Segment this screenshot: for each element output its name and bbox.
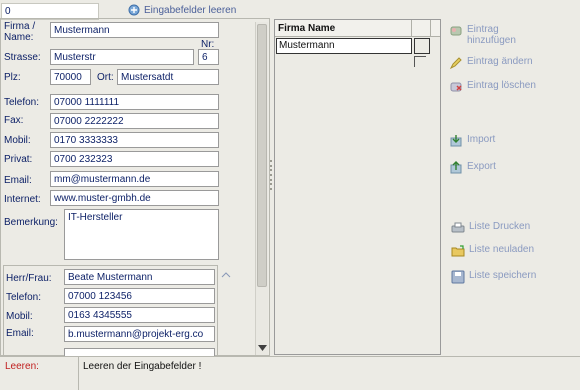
export-button[interactable]: Export [449, 161, 496, 175]
save-list-button[interactable]: Liste speichern [451, 270, 536, 284]
column-header-firma-name[interactable]: Firma Name [278, 23, 335, 34]
reload-list-button[interactable]: Liste neuladen [451, 244, 534, 258]
phone-field[interactable]: 07000 1111111 [50, 94, 219, 110]
delete-entry-label: Eintrag löschen [467, 80, 536, 91]
status-message: Leeren der Eingabefelder ! [83, 361, 202, 372]
phone-label: Telefon: [4, 97, 40, 108]
list-row-checkbox[interactable] [414, 38, 430, 54]
remark-textarea[interactable]: IT-Hersteller [64, 209, 219, 260]
contact-next-field[interactable] [64, 348, 215, 356]
email-field[interactable]: mm@mustermann.de [50, 171, 219, 187]
list-row-name: Mustermann [279, 40, 335, 51]
contact-mobile-field[interactable]: 0163 4345555 [64, 307, 215, 323]
street-field[interactable]: Musterstr [50, 49, 194, 65]
contact-phone-field[interactable]: 07000 123456 [64, 288, 215, 304]
form-scrollbar[interactable] [255, 22, 268, 355]
contact-email-label: Email: [6, 328, 34, 339]
save-icon [451, 270, 465, 284]
add-entry-icon [450, 26, 462, 36]
print-list-button[interactable]: Liste Drucken [451, 221, 530, 235]
edit-entry-button[interactable]: Eintrag ändern [449, 56, 533, 70]
delete-entry-button[interactable]: Eintrag löschen [449, 80, 536, 94]
fax-label: Fax: [4, 115, 24, 126]
import-button[interactable]: Import [449, 134, 495, 148]
add-entry-label: Eintrag hinzufügen [467, 24, 516, 46]
number-field[interactable]: 6 [198, 49, 219, 65]
form-scrollbar-thumb[interactable] [257, 24, 267, 287]
zip-label: Plz: [4, 72, 21, 83]
status-divider [78, 357, 79, 390]
expand-arrow-icon[interactable] [221, 271, 231, 279]
edit-entry-label: Eintrag ändern [467, 56, 533, 67]
splitter-handle[interactable] [269, 160, 273, 190]
contact-email-field[interactable]: b.mustermann@projekt-erg.co [64, 326, 215, 342]
city-label: Ort: [97, 72, 114, 83]
save-list-label: Liste speichern [469, 270, 537, 281]
fax-field[interactable]: 07000 2222222 [50, 113, 219, 129]
column-header-divider [411, 20, 412, 37]
reload-list-label: Liste neuladen [469, 244, 535, 255]
import-label: Import [467, 134, 496, 145]
delete-entry-icon [450, 82, 462, 92]
folder-icon [451, 245, 465, 257]
entry-list[interactable]: Firma Name Mustermann [274, 19, 441, 355]
add-entry-button[interactable]: Eintrag hinzufügen [449, 24, 559, 46]
remark-label: Bemerkung: [4, 217, 58, 228]
internet-field[interactable]: www.muster-gmbh.de [50, 190, 219, 206]
print-list-label: Liste Drucken [469, 221, 531, 232]
city-field[interactable]: Mustersatdt [117, 69, 219, 85]
contact-salutation-field[interactable]: Beate Mustermann [64, 269, 215, 285]
printer-icon [451, 222, 465, 233]
mobile-field[interactable]: 0170 3333333 [50, 132, 219, 148]
street-label: Strasse: [4, 52, 41, 63]
list-row-checkbox[interactable] [414, 56, 426, 67]
contact-phone-label: Telefon: [6, 292, 42, 303]
company-field[interactable]: Mustermann [50, 22, 219, 38]
clear-fields-button[interactable]: Eingabefelder leeren [128, 4, 236, 16]
list-row[interactable]: Mustermann [276, 38, 412, 54]
scroll-down-arrow-icon[interactable] [258, 345, 267, 352]
export-label: Export [467, 161, 496, 172]
zip-field[interactable]: 70000 [50, 69, 91, 85]
company-label: Firma / Name: [4, 21, 36, 43]
export-icon [450, 161, 462, 174]
clear-fields-label: Eingabefelder leeren [144, 4, 237, 16]
contact-salutation-label: Herr/Frau: [6, 273, 52, 284]
column-header-divider [430, 20, 431, 37]
private-label: Privat: [4, 154, 33, 165]
contact-mobile-label: Mobil: [6, 311, 33, 322]
edit-entry-icon [449, 57, 462, 70]
broom-icon [128, 4, 140, 16]
import-icon [450, 135, 462, 147]
mobile-label: Mobil: [4, 135, 31, 146]
private-field[interactable]: 0700 232323 [50, 151, 219, 167]
internet-label: Internet: [4, 194, 41, 205]
status-label: Leeren: [5, 361, 39, 372]
email-label: Email: [4, 175, 32, 186]
